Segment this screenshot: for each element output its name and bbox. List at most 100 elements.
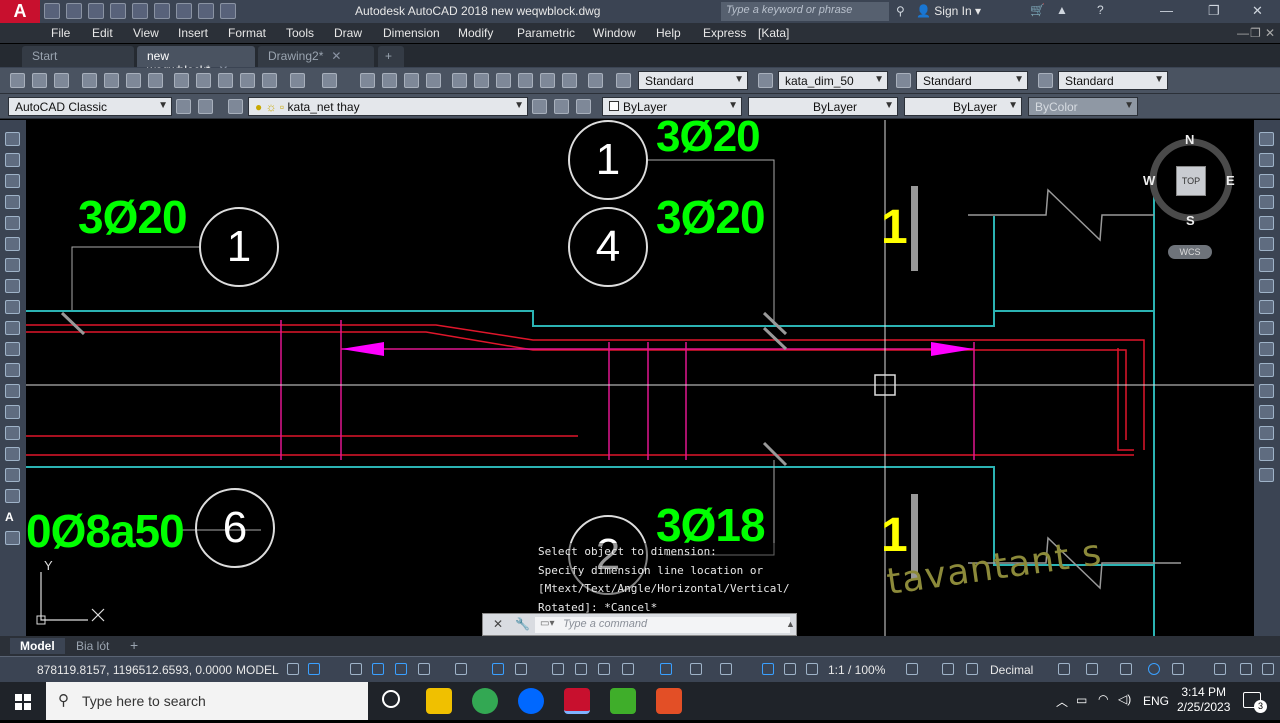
mtext-icon[interactable]: A: [5, 510, 20, 524]
copy-icon[interactable]: [196, 73, 211, 88]
text-style-select[interactable]: Standard ▼: [638, 71, 748, 90]
camtasia-icon[interactable]: [610, 688, 636, 714]
snap-icon[interactable]: [308, 663, 320, 675]
table-style-icon[interactable]: [896, 73, 911, 88]
doc-close-button[interactable]: ✕: [1265, 26, 1275, 40]
point-icon[interactable]: [5, 405, 20, 419]
file-explorer-icon[interactable]: [426, 688, 452, 714]
task-view-icon[interactable]: [382, 690, 400, 708]
menu-draw[interactable]: Draw: [334, 26, 362, 40]
taskbar-clock[interactable]: 3:14 PM 2/25/2023: [1177, 685, 1230, 715]
help-search-input[interactable]: Type a keyword or phrase: [721, 2, 889, 21]
add-selected-icon[interactable]: [5, 531, 20, 545]
a360-icon[interactable]: ▲: [1056, 3, 1068, 17]
dim-style-icon[interactable]: [758, 73, 773, 88]
cart-icon[interactable]: 🛒: [1030, 3, 1045, 17]
zoom-previous-icon[interactable]: [426, 73, 441, 88]
layer-state-icon[interactable]: [576, 99, 591, 114]
pan-icon[interactable]: [360, 73, 375, 88]
autocad-logo-button[interactable]: A: [0, 0, 40, 23]
tool-palettes-icon[interactable]: [496, 73, 511, 88]
viewcube-north[interactable]: N: [1185, 132, 1194, 147]
model-space-button[interactable]: MODEL: [236, 663, 279, 677]
save-as-icon[interactable]: [110, 3, 126, 19]
tab-start[interactable]: Start: [22, 46, 134, 67]
zalo-icon[interactable]: [518, 688, 544, 714]
tab-bia-lot[interactable]: Bia lót: [66, 638, 119, 654]
quick-properties-icon[interactable]: [966, 663, 978, 675]
insert-block-icon[interactable]: [5, 363, 20, 377]
table-style-select[interactable]: Standard ▼: [916, 71, 1028, 90]
make-current-icon[interactable]: [532, 99, 547, 114]
copy-object-icon[interactable]: [1259, 153, 1274, 167]
wifi-icon[interactable]: ◠: [1098, 692, 1108, 706]
menu-dimension[interactable]: Dimension: [383, 26, 440, 40]
open-icon[interactable]: [66, 3, 82, 19]
3d-print-icon[interactable]: [148, 73, 163, 88]
viewcube-south[interactable]: S: [1186, 213, 1195, 228]
tab-new-weqwblock[interactable]: new weqwblock*✕: [137, 46, 255, 77]
menu-format[interactable]: Format: [228, 26, 266, 40]
command-input[interactable]: Type a command: [535, 617, 790, 633]
menu-express[interactable]: Express: [703, 26, 746, 40]
rotate-icon[interactable]: [1259, 258, 1274, 272]
close-icon[interactable]: ✕: [493, 617, 503, 631]
gear-icon[interactable]: [176, 99, 191, 114]
3d-osnap-icon[interactable]: [622, 663, 634, 675]
transparency-icon[interactable]: [575, 663, 587, 675]
preview-icon[interactable]: [104, 73, 119, 88]
close-icon[interactable]: ✕: [331, 49, 341, 63]
arc-icon[interactable]: [5, 237, 20, 251]
customization-icon[interactable]: [1214, 663, 1226, 675]
ellipse-icon[interactable]: [5, 321, 20, 335]
hatch-icon[interactable]: [5, 426, 20, 440]
markup-icon[interactable]: [540, 73, 555, 88]
undo-icon[interactable]: [154, 3, 170, 19]
publish-icon[interactable]: [126, 73, 141, 88]
language-indicator[interactable]: ENG: [1143, 694, 1169, 708]
minimize-button[interactable]: —: [1160, 3, 1173, 18]
start-button[interactable]: [0, 682, 46, 720]
line-icon[interactable]: [5, 132, 20, 146]
wrench-icon[interactable]: 🔧: [515, 617, 530, 631]
plot-icon[interactable]: [82, 73, 97, 88]
chevron-up-icon[interactable]: ︿: [1056, 693, 1068, 710]
paste-icon[interactable]: [218, 73, 233, 88]
lineweight-icon[interactable]: [552, 663, 564, 675]
menu-edit[interactable]: Edit: [92, 26, 113, 40]
menu-file[interactable]: File: [51, 26, 70, 40]
help-icon[interactable]: ?: [1097, 3, 1104, 17]
menu-icon[interactable]: [1262, 663, 1274, 675]
volume-icon[interactable]: ◁): [1118, 692, 1131, 706]
sign-in-button[interactable]: 👤 Sign In ▾: [916, 4, 981, 18]
design-center-icon[interactable]: [474, 73, 489, 88]
object-snap-tracking-icon[interactable]: [455, 663, 467, 675]
tab-drawing2[interactable]: Drawing2* ✕: [258, 46, 374, 67]
add-layout-button[interactable]: +: [120, 636, 148, 654]
text-style-icon[interactable]: [616, 73, 631, 88]
stretch-icon[interactable]: [1259, 300, 1274, 314]
wcs-menu-button[interactable]: WCS: [1168, 245, 1212, 259]
network-icon[interactable]: ▭: [1076, 693, 1087, 707]
blend-icon[interactable]: [1259, 447, 1274, 461]
polyline-icon[interactable]: [5, 174, 20, 188]
menu-window[interactable]: Window: [593, 26, 636, 40]
menu-view[interactable]: View: [133, 26, 159, 40]
close-button[interactable]: ✕: [1252, 3, 1263, 19]
scale-icon[interactable]: [1259, 279, 1274, 293]
annotation-scale-icon[interactable]: [806, 663, 818, 675]
menu-help[interactable]: Help: [656, 26, 681, 40]
redo-icon[interactable]: [176, 3, 192, 19]
workspace-icon[interactable]: [198, 99, 213, 114]
gradient-icon[interactable]: [5, 447, 20, 461]
erase-icon[interactable]: [1259, 132, 1274, 146]
layer-properties-icon[interactable]: [228, 99, 243, 114]
menu-kata[interactable]: [Kata]: [758, 26, 789, 40]
revcloud-icon[interactable]: [5, 279, 20, 293]
qnew-icon[interactable]: [10, 73, 25, 88]
doc-restore-button[interactable]: ❐: [1250, 26, 1261, 40]
new-tab-button[interactable]: +: [378, 46, 404, 67]
save-icon[interactable]: [88, 3, 104, 19]
menu-parametric[interactable]: Parametric: [517, 26, 575, 40]
break-icon[interactable]: [1259, 363, 1274, 377]
